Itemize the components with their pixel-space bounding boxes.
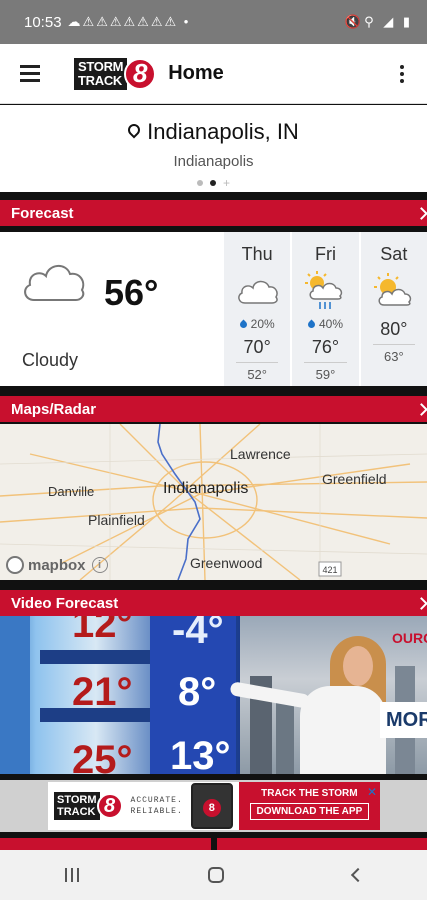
location-sub: Indianapolis bbox=[173, 153, 254, 170]
city-building bbox=[276, 696, 294, 774]
current-condition: Cloudy bbox=[22, 350, 79, 370]
high-temp: 76° bbox=[304, 337, 347, 363]
daily-forecast: Thu 20% 70° 52° Fri 40% 76° 59° Sat 80° … bbox=[224, 232, 427, 386]
ad-logo-number: 8 bbox=[96, 793, 123, 819]
highway-shield: 421 bbox=[322, 565, 337, 575]
sun-rain-icon bbox=[305, 271, 343, 309]
video-title: Video Forecast bbox=[11, 594, 119, 612]
page-title: Home bbox=[168, 62, 224, 84]
maps-title: Maps/Radar bbox=[11, 400, 97, 418]
location-pager[interactable]: + bbox=[0, 177, 427, 189]
video-temp: 21° bbox=[72, 670, 133, 714]
back-icon[interactable] bbox=[350, 867, 365, 883]
ad-tagline-1: ACCURATE. bbox=[130, 796, 183, 805]
wall-bar bbox=[40, 650, 150, 664]
ad-logo-text-bottom: TRACK bbox=[57, 806, 96, 818]
studio-sign: MOR bbox=[380, 702, 427, 738]
location-pin-icon bbox=[125, 121, 143, 139]
notification-icons: ☁⚠⚠⚠⚠⚠⚠⚠ • bbox=[67, 14, 191, 29]
day-forecast[interactable]: Sat 80° 63° bbox=[360, 232, 427, 386]
location-name: Indianapolis, IN bbox=[147, 119, 299, 144]
video-temp: 25° bbox=[72, 738, 133, 774]
mapbox-logo-icon bbox=[6, 556, 24, 574]
wall-edge bbox=[0, 616, 30, 774]
video-thumbnail[interactable]: 12° 21° 25° -4° 8° 13° OURCE MOR bbox=[0, 616, 427, 774]
video-temp: 8° bbox=[178, 670, 217, 714]
presenter-body bbox=[300, 686, 386, 774]
recent-apps-icon[interactable] bbox=[64, 868, 79, 882]
ad-cta-title: TRACK THE STORM bbox=[261, 788, 358, 799]
presenter-face bbox=[343, 646, 373, 686]
info-icon[interactable]: i bbox=[91, 557, 108, 573]
mapbox-attribution[interactable]: mapbox i bbox=[6, 556, 108, 574]
home-icon[interactable] bbox=[207, 867, 224, 883]
video-temp: 12° bbox=[72, 616, 133, 646]
menu-icon[interactable] bbox=[0, 44, 60, 104]
map-place-label: Lawrence bbox=[230, 446, 291, 462]
raindrop-icon bbox=[306, 319, 317, 330]
status-bar: 10:53 ☁⚠⚠⚠⚠⚠⚠⚠ • 🔇⚲ ◢ ▮ bbox=[0, 0, 427, 44]
radar-map[interactable]: 421 Lawrence Danville Indianapolis Green… bbox=[0, 424, 427, 580]
low-temp: 63° bbox=[383, 349, 404, 364]
map-place-label: Greenwood bbox=[190, 555, 263, 571]
ad-cta[interactable]: TRACK THE STORM DOWNLOAD THE APP bbox=[238, 782, 380, 830]
mapbox-label: mapbox bbox=[28, 556, 86, 574]
forecast-header[interactable]: Forecast bbox=[0, 192, 427, 226]
ad-close-icon[interactable]: ✕ bbox=[367, 785, 377, 799]
system-nav-bar bbox=[0, 850, 427, 900]
ad-content[interactable]: STORM TRACK 8 ACCURATE. RELIABLE. 8 TRACK… bbox=[48, 782, 380, 830]
ad-logo-text-top: STORM bbox=[57, 794, 97, 806]
partly-cloudy-icon bbox=[373, 273, 411, 306]
day-forecast[interactable]: Fri 40% 76° 59° bbox=[292, 232, 359, 386]
system-icons: 🔇⚲ ◢ ▮ bbox=[344, 14, 413, 29]
high-temp: 80° bbox=[372, 319, 415, 345]
chevron-right-icon bbox=[415, 402, 427, 416]
cloud-icon bbox=[238, 280, 278, 304]
maps-header[interactable]: Maps/Radar bbox=[0, 388, 427, 422]
map-place-label: Greenfield bbox=[322, 471, 387, 487]
ad-tagline-2: RELIABLE. bbox=[130, 807, 183, 816]
day-name: Sat bbox=[380, 244, 408, 264]
ad-tagline: ACCURATE. RELIABLE. bbox=[131, 795, 183, 817]
logo-text-bottom: TRACK bbox=[78, 72, 122, 88]
pager-dot-active[interactable] bbox=[209, 180, 216, 186]
overflow-menu-icon[interactable] bbox=[377, 64, 427, 83]
forecast-panel[interactable]: 56° Cloudy Thu 20% 70° 52° Fri 40% 76° 5… bbox=[0, 232, 427, 386]
storm-track-logo: STORM TRACK 8 bbox=[74, 57, 157, 90]
current-conditions[interactable]: 56° Cloudy bbox=[0, 232, 224, 386]
studio-sign-top: OURCE bbox=[392, 630, 427, 646]
status-time: 10:53 bbox=[24, 13, 62, 31]
low-temp: 59° bbox=[315, 367, 336, 382]
logo-number: 8 bbox=[124, 57, 157, 90]
chevron-right-icon bbox=[415, 206, 427, 220]
ad-phone-image: 8 bbox=[190, 783, 233, 829]
app-bar: STORM TRACK 8 Home bbox=[0, 44, 427, 104]
map-place-label: Plainfield bbox=[88, 512, 145, 528]
high-temp: 70° bbox=[236, 337, 279, 363]
low-temp: 52° bbox=[247, 367, 267, 382]
day-forecast[interactable]: Thu 20% 70° 52° bbox=[224, 232, 291, 386]
forecast-title: Forecast bbox=[11, 204, 74, 222]
day-name: Fri bbox=[314, 244, 336, 264]
precip-chance: 40% bbox=[318, 317, 343, 331]
add-location-icon[interactable]: + bbox=[223, 177, 230, 189]
video-temp: -4° bbox=[172, 616, 224, 652]
day-name: Thu bbox=[241, 244, 273, 264]
logo-text-top: STORM bbox=[78, 58, 124, 74]
ad-phone-label: 8 bbox=[202, 799, 221, 817]
map-place-label: Danville bbox=[48, 484, 95, 499]
current-temp: 56° bbox=[104, 272, 159, 313]
cloud-icon bbox=[24, 265, 85, 301]
ad-logo: STORM TRACK 8 bbox=[54, 792, 123, 820]
video-header[interactable]: Video Forecast bbox=[0, 582, 427, 616]
ad-banner[interactable]: STORM TRACK 8 ACCURATE. RELIABLE. 8 TRACK… bbox=[0, 780, 427, 832]
pager-dot[interactable] bbox=[196, 180, 203, 186]
raindrop-icon bbox=[238, 319, 249, 330]
chevron-right-icon bbox=[415, 596, 427, 610]
location-header[interactable]: Indianapolis, IN Indianapolis + bbox=[0, 105, 427, 192]
precip-chance: 20% bbox=[250, 317, 275, 331]
video-temp: 13° bbox=[170, 734, 231, 774]
download-app-button[interactable]: DOWNLOAD THE APP bbox=[249, 803, 370, 820]
map-place-label: Indianapolis bbox=[163, 480, 249, 497]
